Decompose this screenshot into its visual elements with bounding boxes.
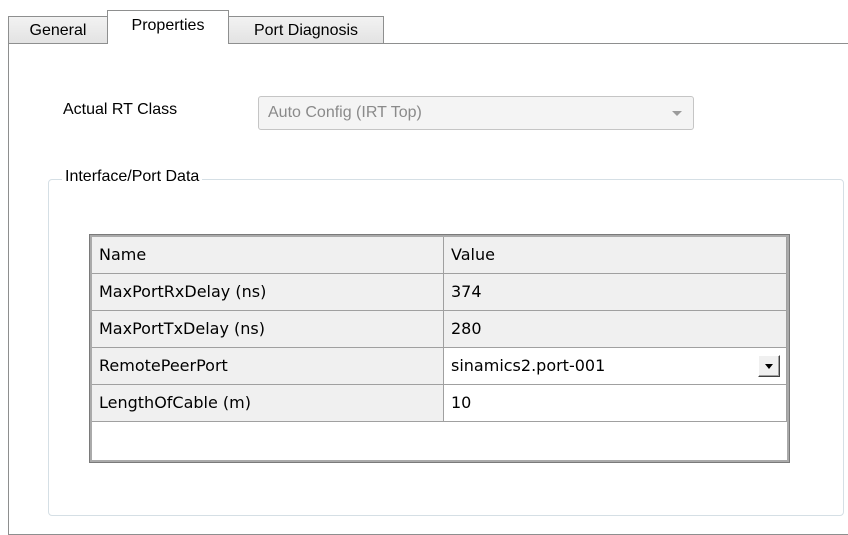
column-header-value[interactable]: Value (444, 237, 787, 274)
rt-class-combobox[interactable]: Auto Config (IRT Top) (258, 96, 694, 130)
tab-port-diagnosis[interactable]: Port Diagnosis (228, 16, 384, 43)
rt-class-label: Actual RT Class (63, 101, 178, 118)
chevron-down-icon (672, 111, 682, 116)
table-row: MaxPortRxDelay (ns) 374 (92, 274, 787, 311)
row-value-cell: 374 (444, 274, 787, 311)
row-value-text: sinamics2.port-001 (451, 356, 606, 375)
tab-general[interactable]: General (8, 16, 108, 43)
chevron-down-icon (765, 364, 773, 369)
row-name-cell: RemotePeerPort (92, 348, 444, 385)
port-data-grid: Name Value MaxPortRxDelay (ns) 374 MaxPo… (89, 234, 790, 463)
table-header-row: Name Value (92, 237, 787, 274)
row-name-cell: MaxPortRxDelay (ns) (92, 274, 444, 311)
row-name-cell: LengthOfCable (m) (92, 385, 444, 422)
group-title: Interface/Port Data (62, 168, 203, 186)
row-name-cell: MaxPortTxDelay (ns) (92, 311, 444, 348)
table-row: RemotePeerPort sinamics2.port-001 (92, 348, 787, 385)
tab-strip: General Port Diagnosis Properties (0, 0, 848, 46)
table-row: MaxPortTxDelay (ns) 280 (92, 311, 787, 348)
row-value-cell: 280 (444, 311, 787, 348)
dropdown-button[interactable] (758, 355, 780, 377)
table-row: LengthOfCable (m) 10 (92, 385, 787, 422)
length-of-cable-input[interactable]: 10 (444, 385, 787, 422)
tab-properties[interactable]: Properties (107, 10, 229, 44)
column-header-name[interactable]: Name (92, 237, 444, 274)
remote-peer-port-dropdown[interactable]: sinamics2.port-001 (444, 348, 787, 385)
rt-class-value: Auto Config (IRT Top) (268, 104, 422, 121)
